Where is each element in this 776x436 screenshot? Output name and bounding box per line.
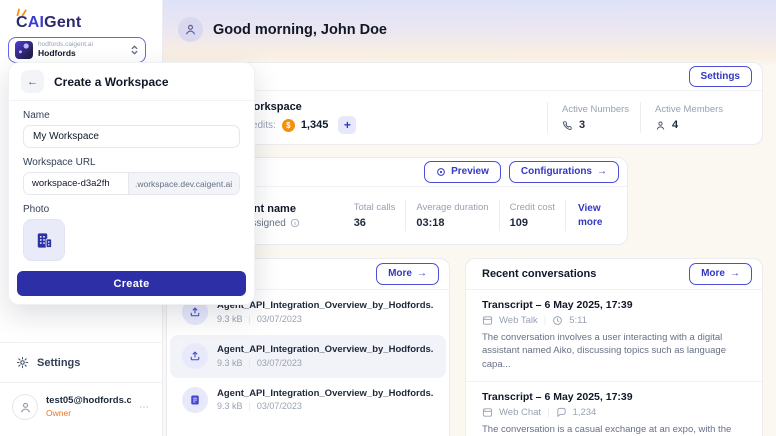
workspace-selector[interactable]: hodfords.caigent.ai Hodfords: [8, 37, 146, 63]
person-icon: [655, 120, 666, 131]
url-field-label: Workspace URL: [23, 157, 240, 168]
name-field-label: Name: [23, 110, 240, 121]
modal-title: Create a Workspace: [54, 75, 169, 89]
arrow-right-icon: →: [730, 267, 740, 281]
conversation-summary: The conversation is a casual exchange at…: [482, 423, 746, 436]
account-role-badge: Owner: [46, 408, 131, 419]
arrow-right-icon: →: [417, 267, 427, 281]
file-size: 9.3 kB: [217, 313, 243, 326]
workspace-avatar: [15, 41, 33, 59]
arrow-right-icon: →: [597, 165, 607, 179]
preview-icon: [436, 167, 446, 177]
active-numbers-value: 3: [579, 119, 585, 131]
workspace-url-suffix: .workspace.dev.caigent.ai: [128, 173, 239, 194]
back-arrow-icon: ←: [27, 76, 38, 88]
conversation-summary: The conversation involves a user interac…: [482, 331, 746, 371]
pdf-file-icon: [182, 387, 208, 413]
workspace-url-group: .workspace.dev.caigent.ai: [23, 172, 240, 195]
file-row[interactable]: Agent_API_Integration_Overview_by_Hodfor…: [170, 379, 446, 422]
credits-value: 1,345: [301, 119, 329, 131]
file-row[interactable]: Agent_API_Integration_Overview_by_Hodfor…: [170, 335, 446, 378]
channel-label: Web Chat: [499, 407, 541, 418]
overview-settings-button[interactable]: Settings: [689, 66, 752, 88]
file-name: Agent_API_Integration_Overview_by_Hodfor…: [217, 387, 434, 401]
create-workspace-modal: ← Create a Workspace Name Workspace URL …: [8, 62, 255, 305]
transcript-title: Transcript – 6 May 2025, 17:39: [482, 391, 746, 403]
channel-label: Web Talk: [499, 315, 538, 326]
transcript-title: Transcript – 6 May 2025, 17:39: [482, 299, 746, 311]
conversation-item[interactable]: Transcript – 6 May 2025, 17:39 Web Talk …: [466, 290, 762, 381]
preview-button[interactable]: Preview: [424, 161, 501, 183]
overview-card: Overview Settings Hodfords workspace Rem…: [166, 62, 763, 145]
file-date: 03/07/2023: [257, 313, 302, 326]
conversation-item[interactable]: Transcript – 6 May 2025, 17:39 Web Chat …: [466, 381, 762, 436]
building-icon: [35, 231, 54, 250]
active-numbers-stat: Active Numbers 3: [547, 102, 640, 133]
settings-label: Settings: [37, 357, 80, 369]
total-calls-stat: Total calls 36: [344, 200, 406, 231]
web-channel-icon: [482, 407, 493, 418]
file-size: 9.3 kB: [217, 357, 243, 370]
phone-icon: [562, 120, 573, 131]
recent-conversations-title: Recent conversations: [482, 268, 596, 280]
chevron-up-down-icon: [130, 44, 139, 56]
message-count-icon: [556, 407, 567, 418]
info-icon[interactable]: [290, 218, 300, 228]
photo-field-label: Photo: [23, 204, 240, 215]
add-credits-button[interactable]: +: [338, 116, 356, 134]
view-more-link[interactable]: View more: [565, 200, 617, 231]
workspace-name-input[interactable]: [23, 125, 240, 148]
file-date: 03/07/2023: [257, 400, 302, 413]
gear-icon: [16, 356, 29, 369]
greeting-row: Good morning, John Doe: [178, 17, 387, 42]
workspace-photo-picker[interactable]: [23, 219, 65, 261]
file-date: 03/07/2023: [257, 357, 302, 370]
workspace-name-label: Hodfords: [38, 49, 125, 59]
web-channel-icon: [482, 315, 493, 326]
page-greeting: Good morning, John Doe: [213, 22, 387, 38]
workspace-url-input[interactable]: [24, 173, 128, 194]
create-button[interactable]: Create: [17, 271, 246, 296]
configurations-button[interactable]: Configurations →: [509, 161, 619, 183]
back-button[interactable]: ←: [21, 70, 44, 93]
active-members-value: 4: [672, 119, 678, 131]
coin-icon: $: [282, 119, 295, 132]
sidebar-item-settings[interactable]: Settings: [0, 342, 162, 382]
user-avatar-icon: [178, 17, 203, 42]
file-size: 9.3 kB: [217, 400, 243, 413]
upload-icon: [182, 343, 208, 369]
app-logo: CAIGent: [16, 14, 81, 32]
account-avatar-icon: [12, 394, 38, 420]
files-more-button[interactable]: More →: [376, 263, 439, 285]
file-name: Agent_API_Integration_Overview_by_Hodfor…: [217, 343, 434, 357]
message-count-value: 1,234: [573, 407, 597, 418]
average-duration-stat: Average duration 03:18: [405, 200, 498, 231]
conversations-more-button[interactable]: More →: [689, 263, 752, 285]
active-members-label: Active Members: [655, 104, 746, 115]
active-members-stat: Active Members 4: [640, 102, 746, 133]
active-numbers-label: Active Numbers: [562, 104, 640, 115]
account-row[interactable]: test05@hodfords.co... Owner ⋯: [0, 382, 162, 436]
account-menu-icon[interactable]: ⋯: [139, 402, 150, 413]
recent-conversations-card: Recent conversations More → Transcript –…: [465, 258, 763, 436]
credit-cost-stat: Credit cost 109: [499, 200, 565, 231]
account-email: test05@hodfords.co...: [46, 395, 131, 407]
duration-value: 5:11: [569, 315, 587, 326]
clock-icon: [552, 315, 563, 326]
